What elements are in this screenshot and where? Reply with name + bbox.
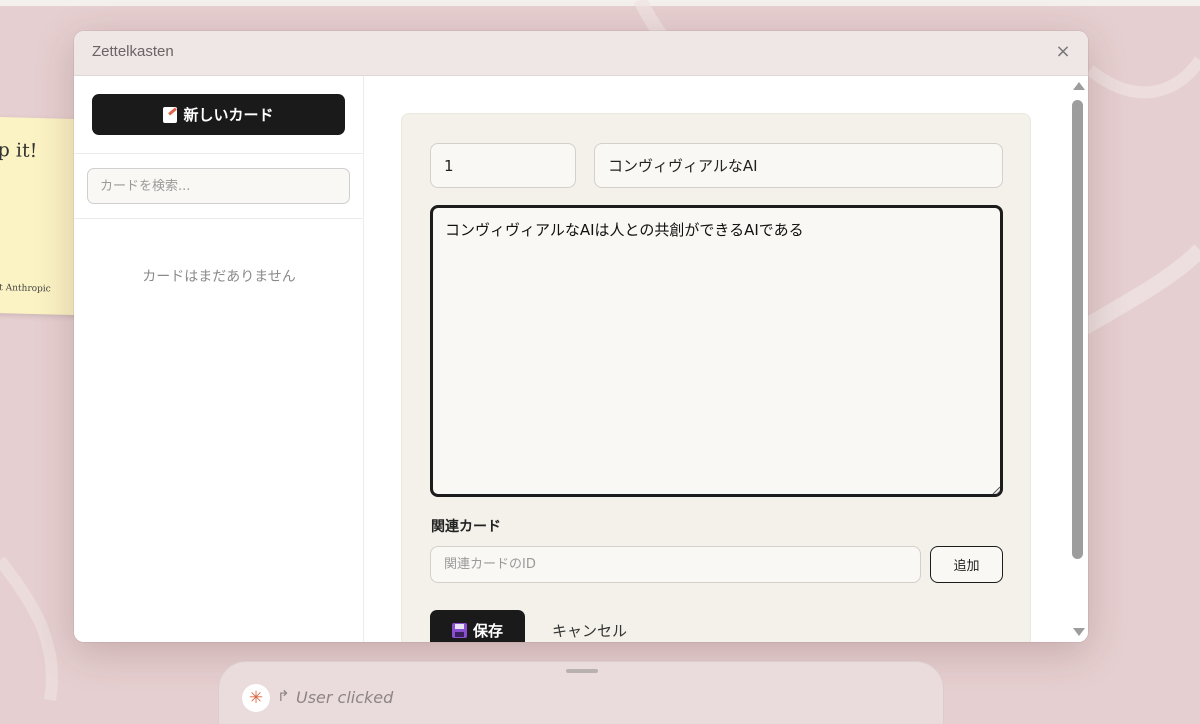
close-icon[interactable]: × xyxy=(1052,41,1074,63)
related-cards-label: 関連カード xyxy=(431,519,501,535)
tray-drag-handle[interactable] xyxy=(566,669,598,673)
new-card-button[interactable]: 新しいカード xyxy=(92,94,345,135)
claude-logo-icon: ✳ xyxy=(242,684,270,712)
card-editor-panel: コンヴィヴィアルなAIは人との共創ができるAIである 関連カード 追加 保存 キ… xyxy=(401,113,1031,642)
scroll-thumb[interactable] xyxy=(1072,100,1083,559)
editor-area: コンヴィヴィアルなAIは人との共創ができるAIである 関連カード 追加 保存 キ… xyxy=(364,76,1088,642)
add-related-button[interactable]: 追加 xyxy=(930,546,1003,583)
zettelkasten-window: Zettelkasten × 新しいカード カードはまだありません コンヴィヴィ… xyxy=(74,31,1088,642)
vertical-scrollbar[interactable] xyxy=(1069,76,1088,642)
action-arrow-icon: ↱ xyxy=(277,687,290,705)
sidebar-divider xyxy=(74,218,364,219)
card-id-input[interactable] xyxy=(430,143,576,188)
card-title-input[interactable] xyxy=(594,143,1003,188)
cancel-button[interactable]: キャンセル xyxy=(552,620,627,641)
resize-grip-icon[interactable] xyxy=(991,485,1001,495)
status-text: User clicked xyxy=(296,688,394,707)
empty-list-message: カードはまだありません xyxy=(142,269,296,285)
related-card-id-input[interactable] xyxy=(430,546,921,583)
sidebar-divider xyxy=(74,153,364,154)
sticky-note-heading: p it! xyxy=(0,139,38,163)
save-label: 保存 xyxy=(472,621,503,640)
new-card-label: 新しいカード xyxy=(183,106,274,124)
window-titlebar: Zettelkasten × xyxy=(74,31,1088,76)
sticky-note-footer: als at Anthropic xyxy=(0,282,51,295)
scroll-up-arrow-icon[interactable] xyxy=(1073,82,1085,90)
status-tray: ✳ ↱ User clicked xyxy=(218,661,944,724)
scroll-down-arrow-icon[interactable] xyxy=(1073,628,1085,636)
window-title: Zettelkasten xyxy=(92,43,174,60)
floppy-disk-icon xyxy=(451,622,467,638)
memo-icon xyxy=(163,106,178,123)
card-sidebar: 新しいカード カードはまだありません xyxy=(74,76,364,642)
save-button[interactable]: 保存 xyxy=(430,610,525,642)
card-search-input[interactable] xyxy=(87,168,350,204)
card-body-textarea[interactable]: コンヴィヴィアルなAIは人との共創ができるAIである xyxy=(430,205,1003,497)
